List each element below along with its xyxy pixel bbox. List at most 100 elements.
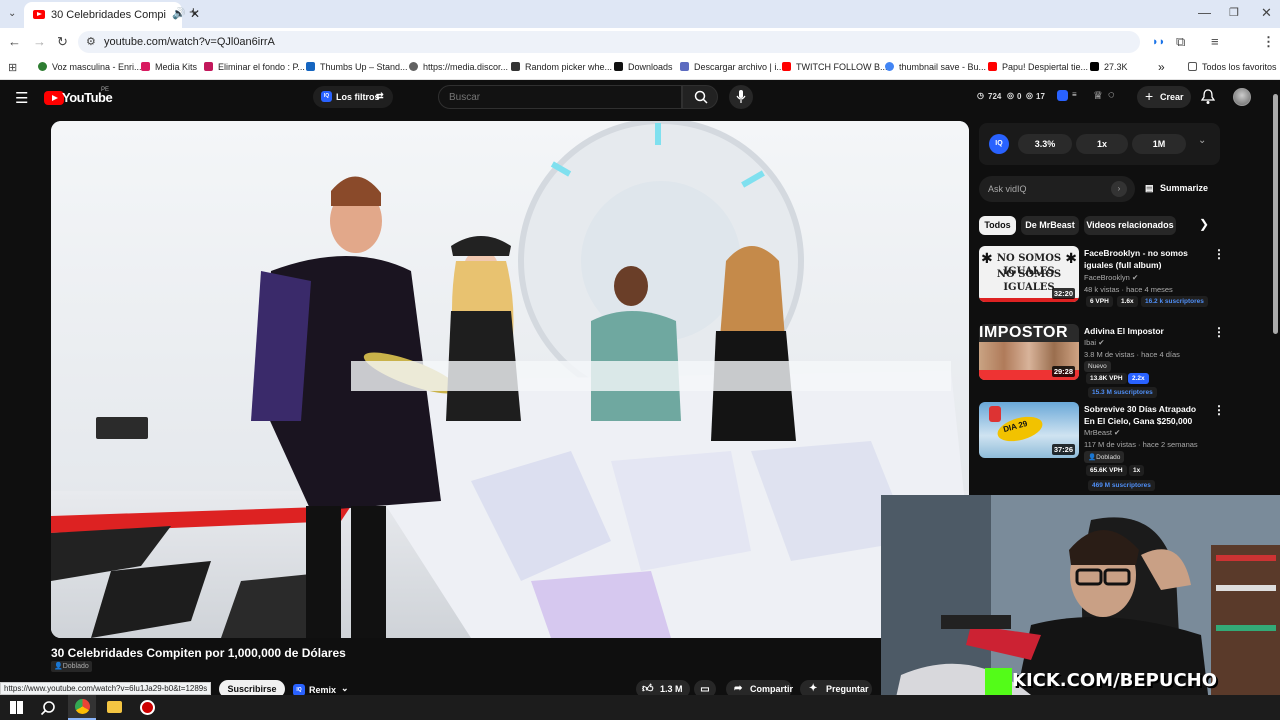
channel-label: MrBeast [1084,428,1112,437]
vidiq-stat-subs[interactable]: 1M [1132,134,1186,154]
video-title[interactable]: Sobrevive 30 Días Atrapado En El Cielo, … [1084,403,1204,427]
all-favorites-folder[interactable]: Todos los favoritos [1188,62,1277,72]
dubbed-badge: 👤Doblado [51,661,92,672]
summarize-button[interactable]: ▤ Summarize [1145,183,1208,194]
eye-icon: ◎ [1007,91,1014,100]
bookmarks-bar: ⊞ Voz masculina - Enri... Media Kits Eli… [0,56,1280,80]
more-options-icon[interactable]: ⋮ [1213,325,1225,339]
bookmark-favicon-icon [409,62,418,71]
restore-icon[interactable]: ❐ [1229,6,1239,20]
chip-mrbeast[interactable]: De MrBeast [1021,216,1079,235]
apps-grid-icon[interactable]: ⊞ [8,61,17,75]
bookmark-item[interactable]: Thumbs Up – Stand... [306,62,408,72]
more-options-icon[interactable]: ⋮ [1213,247,1225,261]
youtube-logo-icon[interactable] [44,91,64,105]
vidiq-stat-score[interactable]: 3.3% [1018,134,1072,154]
eye-icon: ◎ [1026,91,1033,100]
vidiq-panel: IQ 3.3% 1x 1M ⌄ [979,123,1220,165]
address-bar[interactable]: ⚙ youtube.com/watch?v=QJl0an6irrA [78,31,1140,53]
channel-name[interactable]: FaceBrooklyn ✔ [1084,273,1138,282]
notification-dot-icon[interactable]: ◌ [1108,89,1115,101]
vidiq-stats-bar[interactable]: ◷ 724 ◎ 0 ◎ 17 ≡ [974,89,1090,105]
speaker-icon[interactable]: 🔊 [172,7,186,20]
chevron-down-icon[interactable]: ⌄ [1198,135,1206,146]
extensions-icon[interactable]: ⧉ [1176,35,1185,49]
bookmarks-overflow-icon[interactable]: » [1158,60,1165,74]
menu-dots-icon[interactable]: ⋮ [1262,35,1275,49]
vidiq-stat-multiplier[interactable]: 1x [1076,134,1128,154]
remix-button[interactable]: IQ Remix ⌄ [291,682,353,696]
obs-record-icon[interactable] [140,700,155,715]
channel-name[interactable]: MrBeast ✔ [1084,428,1120,437]
new-tab-icon[interactable]: + [189,5,198,20]
bookmark-item[interactable]: Eliminar el fondo : P... [204,62,305,72]
reload-icon[interactable]: ↻ [57,35,68,49]
chrome-icon [75,699,90,714]
dubbed-badge: 👤Doblado [1084,451,1125,463]
verified-icon: ✔ [1114,428,1121,437]
bookmark-item[interactable]: thumbnail save - Bu... [885,62,986,72]
windows-start-icon[interactable] [10,701,23,714]
minimize-icon[interactable]: — [1198,6,1211,20]
video-title[interactable]: Adivina El Impostor [1084,325,1204,337]
video-title: 30 Celebridades Compiten por 1,000,000 d… [51,646,346,660]
forward-icon[interactable]: → [33,35,46,49]
bell-icon[interactable] [1201,89,1215,105]
reading-list-icon[interactable]: ≡ [1211,35,1219,49]
more-options-icon[interactable]: ⋮ [1213,403,1225,417]
video-thumbnail[interactable]: NO SOMOS IGUALES NO SOMOS IGUALES ✱ ✱ 32… [979,246,1079,302]
bookmark-item[interactable]: Descargar archivo | i... [680,62,784,72]
bookmark-favicon-icon [614,62,623,71]
search-button[interactable] [682,85,718,109]
user-avatar[interactable] [1233,88,1251,106]
vidiq-logo-icon[interactable]: IQ [989,134,1009,154]
bookmark-item[interactable]: Papu! Despiertal tie... [988,62,1088,72]
chevron-right-icon[interactable]: ❯ [1199,217,1209,231]
summarize-label: Summarize [1160,183,1209,193]
video-player[interactable] [51,121,969,638]
chip-all[interactable]: Todos [979,216,1016,235]
video-duration: 29:28 [1051,366,1075,377]
stat-c: 17 [1036,92,1045,101]
chip-related[interactable]: Videos relacionados [1084,216,1176,235]
bookmark-item[interactable]: https://media.discor... [409,62,508,72]
bookmark-favicon-icon [204,62,213,71]
youtube-favicon-icon [33,10,45,19]
channel-label: FaceBrooklyn [1084,273,1130,282]
close-window-icon[interactable]: ✕ [1261,6,1272,20]
country-code: PE [101,87,110,93]
hamburger-menu-icon[interactable]: ☰ [15,89,28,107]
send-arrow-icon[interactable]: › [1111,181,1127,197]
bookmark-item[interactable]: TWITCH FOLLOW B... [782,62,888,72]
bookmark-item[interactable]: Downloads [614,62,673,72]
video-title[interactable]: FaceBrooklyn - no somos iguales (full al… [1084,247,1204,271]
achievement-icon[interactable]: ♕ [1093,89,1103,102]
extension-vidiq-icon[interactable]: ◗◗ [1152,35,1165,49]
ask-vidiq-input[interactable]: Ask vidIQ › [979,176,1135,202]
search-icon[interactable] [40,700,56,716]
new-badge: Nuevo [1084,361,1111,372]
scrollbar-thumb[interactable] [1273,94,1278,334]
voice-search-button[interactable] [729,85,753,109]
bookmark-item[interactable]: Voz masculina - Enri... [38,62,142,72]
bookmark-item[interactable]: Random picker whe... [511,62,612,72]
stat-b: 0 [1017,92,1022,101]
search-input[interactable] [438,85,682,109]
filters-button[interactable]: IQ Los filtros ⇄ [313,86,393,108]
site-info-icon[interactable]: ⚙ [86,35,96,49]
create-button[interactable]: + Crear [1137,86,1191,108]
back-icon[interactable]: ← [8,35,21,49]
tab-list-icon[interactable]: ⌄ [8,7,16,21]
multiplier-badge: 1.6x [1117,296,1138,307]
channel-name[interactable]: Ibai ✔ [1084,338,1104,347]
video-thumbnail[interactable]: DIA 29 37:26 [979,402,1079,458]
chrome-taskbar-icon[interactable] [68,695,96,720]
bookmark-item[interactable]: 27.3K [1090,62,1128,72]
vph-badge: 65.6K VPH [1086,465,1127,476]
file-explorer-icon[interactable] [107,701,122,713]
url-text[interactable]: youtube.com/watch?v=QJl0an6irrA [104,36,275,48]
bookmark-item[interactable]: Media Kits [141,62,197,72]
browser-tab[interactable]: 30 Celebridades Compiten 🔊 ✕ [24,2,200,28]
video-thumbnail[interactable]: IMPOSTOR 29:28 [979,324,1079,380]
dubbed-label: Doblado [62,663,89,670]
